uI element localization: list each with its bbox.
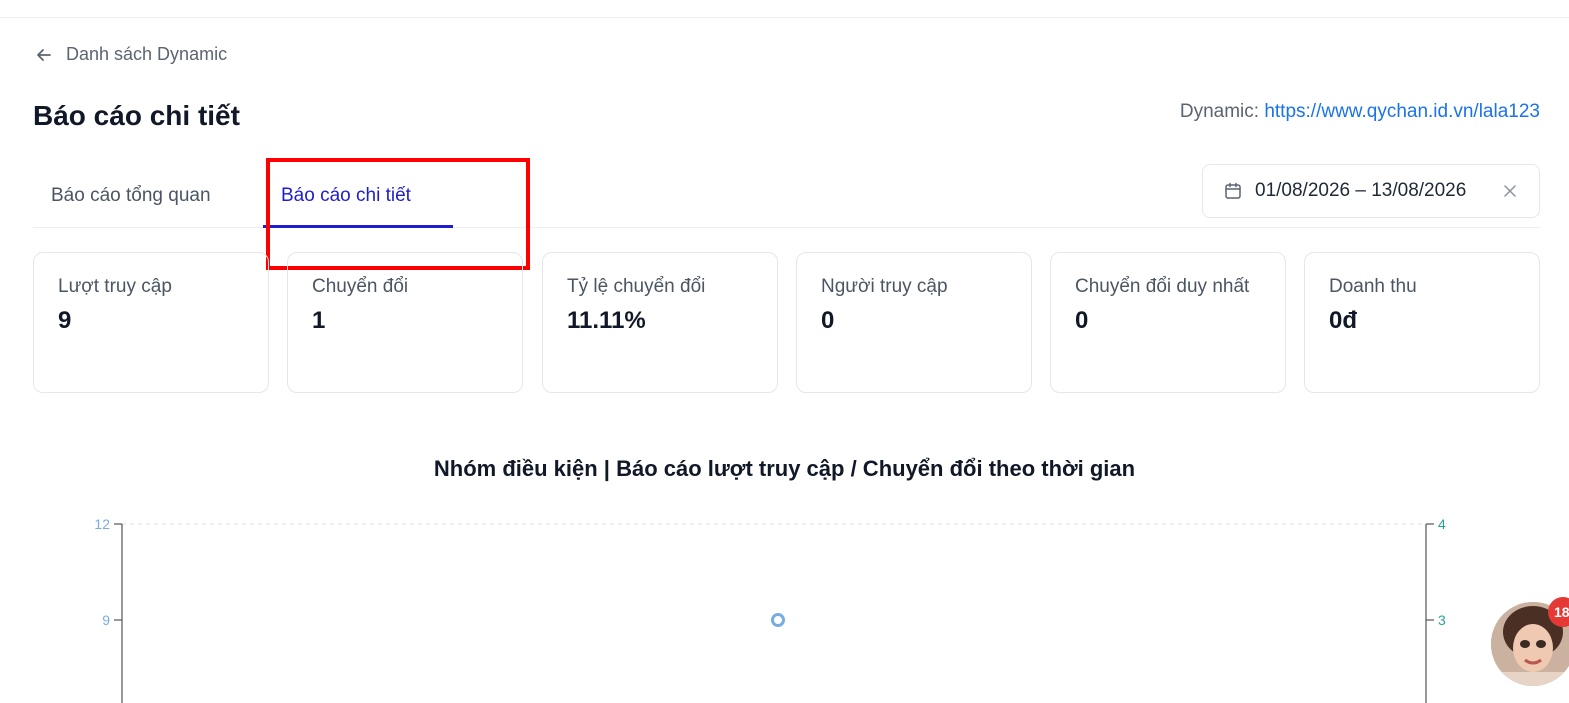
back-link-label: Danh sách Dynamic bbox=[66, 44, 228, 64]
stat-label: Tỷ lệ chuyển đổi bbox=[567, 276, 706, 297]
stat-value: 0 bbox=[821, 307, 835, 334]
stat-card-unique-conversions: Chuyển đổi duy nhất 0 bbox=[1050, 252, 1286, 393]
stat-label: Người truy cập bbox=[821, 276, 948, 297]
stat-label: Lượt truy cập bbox=[58, 276, 172, 297]
series-points bbox=[771, 613, 785, 627]
stat-label: Doanh thu bbox=[1329, 276, 1417, 297]
right-tick-label: 3 bbox=[1438, 612, 1446, 628]
chart-title: Nhóm điều kiện | Báo cáo lượt truy cập /… bbox=[433, 456, 1136, 481]
tab-overview-report[interactable]: Báo cáo tổng quan bbox=[51, 170, 211, 228]
stat-card-revenue: Doanh thu 0đ bbox=[1304, 252, 1540, 393]
calendar-icon bbox=[1225, 182, 1241, 199]
date-range-value: 01/08/2026 – 13/08/2026 bbox=[1255, 180, 1467, 201]
stats-cards: Lượt truy cập 9 Chuyển đổi 1 Tỷ lệ chuyể… bbox=[33, 252, 1540, 393]
stat-card-visits: Lượt truy cập 9 bbox=[33, 252, 269, 393]
top-divider bbox=[0, 17, 1569, 18]
stat-value: 9 bbox=[58, 307, 72, 334]
data-point[interactable] bbox=[771, 613, 785, 627]
dynamic-url-row: Dynamic: https://www.qychan.id.vn/lala12… bbox=[1180, 101, 1540, 123]
stat-value: 0 bbox=[1075, 307, 1089, 334]
stat-card-visitors: Người truy cập 0 bbox=[796, 252, 1032, 393]
page-title: Báo cáo chi tiết bbox=[33, 100, 240, 131]
arrow-left-icon bbox=[37, 48, 51, 61]
stat-value: 0đ bbox=[1329, 307, 1358, 334]
stat-label: Chuyển đổi bbox=[312, 276, 409, 297]
left-tick-label: 12 bbox=[94, 516, 110, 532]
back-link[interactable]: Danh sách Dynamic bbox=[34, 44, 227, 65]
stat-value: 11.11% bbox=[567, 307, 646, 334]
dynamic-prefix: Dynamic: bbox=[1179, 101, 1265, 122]
stat-label: Chuyển đổi duy nhất bbox=[1075, 276, 1250, 297]
date-range-picker[interactable]: 01/08/2026 – 13/08/2026 bbox=[1202, 164, 1540, 218]
stat-value: 1 bbox=[312, 307, 326, 334]
stat-card-conversions: Chuyển đổi 1 bbox=[287, 252, 523, 393]
stat-card-conversion-rate: Tỷ lệ chuyển đổi 11.11% bbox=[542, 252, 778, 393]
right-tick-label: 4 bbox=[1438, 516, 1446, 532]
visits-conversions-chart: 12 9 4 3 bbox=[94, 516, 1446, 703]
left-tick-label: 9 bbox=[102, 612, 110, 628]
dynamic-url-link[interactable]: https://www.qychan.id.vn/lala123 bbox=[1264, 101, 1540, 122]
close-icon[interactable] bbox=[1501, 182, 1519, 200]
